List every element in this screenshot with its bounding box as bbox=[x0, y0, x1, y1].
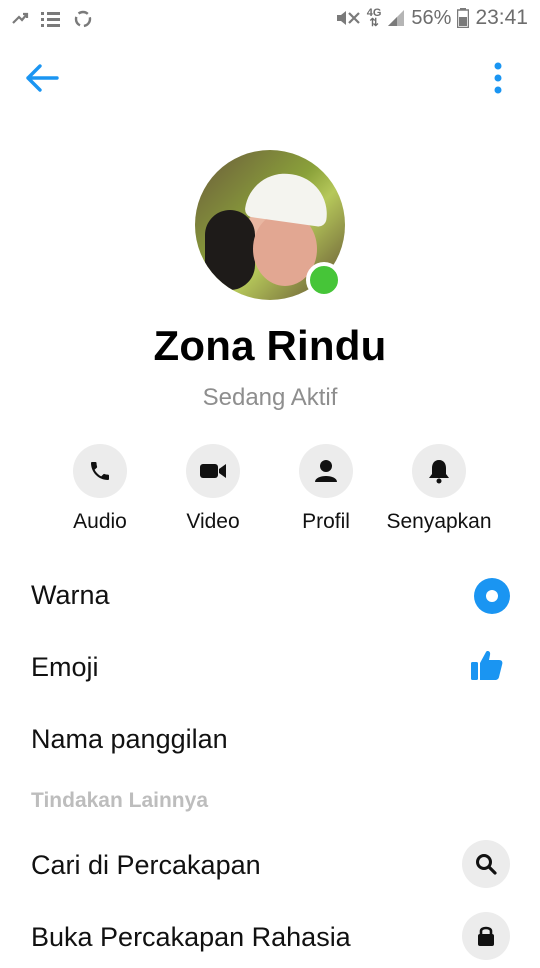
secret-conversation-label: Buka Percakapan Rahasia bbox=[31, 922, 351, 952]
mute-icon bbox=[336, 11, 360, 25]
nickname-setting-row[interactable]: Nama panggilan bbox=[0, 710, 540, 770]
network-type: 4G ⇅ bbox=[366, 7, 382, 29]
emoji-setting-label: Emoji bbox=[31, 652, 99, 682]
audio-call-label: Audio bbox=[73, 510, 127, 533]
contact-name: Zona Rindu bbox=[153, 322, 387, 369]
mute-button[interactable]: Senyapkan bbox=[379, 444, 499, 534]
video-camera-icon bbox=[200, 464, 226, 478]
battery-icon bbox=[457, 8, 470, 28]
back-button[interactable] bbox=[22, 58, 62, 98]
signal-icon bbox=[388, 10, 405, 26]
profile-circle bbox=[299, 444, 353, 498]
color-setting-row[interactable]: Warna bbox=[0, 566, 540, 626]
video-call-label: Video bbox=[186, 510, 240, 533]
status-bar-right: 4G ⇅ 56% 23:41 bbox=[335, 6, 528, 30]
profile-button[interactable]: Profil bbox=[266, 444, 386, 534]
thumbs-up-icon bbox=[471, 651, 503, 680]
video-call-button[interactable]: Video bbox=[153, 444, 273, 534]
more-options-button[interactable] bbox=[486, 58, 510, 98]
color-setting-label: Warna bbox=[31, 580, 110, 610]
nickname-setting-label: Nama panggilan bbox=[31, 724, 228, 754]
color-swatch-icon bbox=[474, 578, 510, 614]
search-conversation-button[interactable] bbox=[462, 840, 510, 888]
more-vertical-icon bbox=[494, 62, 502, 94]
clock: 23:41 bbox=[475, 6, 528, 29]
mute-label: Senyapkan bbox=[386, 510, 492, 533]
search-circle bbox=[462, 840, 510, 888]
secret-conversation-row[interactable]: Buka Percakapan Rahasia bbox=[0, 908, 540, 968]
contact-active-status: Sedang Aktif bbox=[202, 384, 338, 411]
secret-conversation-button[interactable] bbox=[462, 912, 510, 960]
search-icon bbox=[476, 854, 497, 875]
video-call-circle bbox=[186, 444, 240, 498]
search-conversation-label: Cari di Percakapan bbox=[31, 850, 261, 880]
status-bar: 4G ⇅ 56% 23:41 bbox=[0, 0, 540, 38]
lock-icon bbox=[478, 926, 494, 946]
emoji-indicator bbox=[470, 648, 504, 687]
battery-percent: 56% bbox=[411, 6, 452, 29]
emoji-setting-row[interactable]: Emoji bbox=[0, 638, 540, 698]
person-icon bbox=[315, 460, 337, 482]
bell-icon bbox=[429, 460, 449, 484]
sync-icon bbox=[74, 10, 92, 28]
lock-circle bbox=[462, 912, 510, 960]
usb-icon bbox=[12, 12, 29, 24]
profile-label: Profil bbox=[302, 510, 350, 533]
phone-icon bbox=[91, 462, 109, 480]
status-bar-left bbox=[10, 8, 94, 30]
color-indicator bbox=[474, 578, 510, 614]
notification-list-icon bbox=[41, 12, 60, 27]
search-conversation-row[interactable]: Cari di Percakapan bbox=[0, 836, 540, 896]
arrow-left-icon bbox=[26, 64, 59, 92]
audio-call-button[interactable]: Audio bbox=[40, 444, 160, 534]
audio-call-circle bbox=[73, 444, 127, 498]
more-actions-header: Tindakan Lainnya bbox=[31, 789, 208, 812]
online-status-indicator bbox=[306, 262, 342, 298]
mute-circle bbox=[412, 444, 466, 498]
